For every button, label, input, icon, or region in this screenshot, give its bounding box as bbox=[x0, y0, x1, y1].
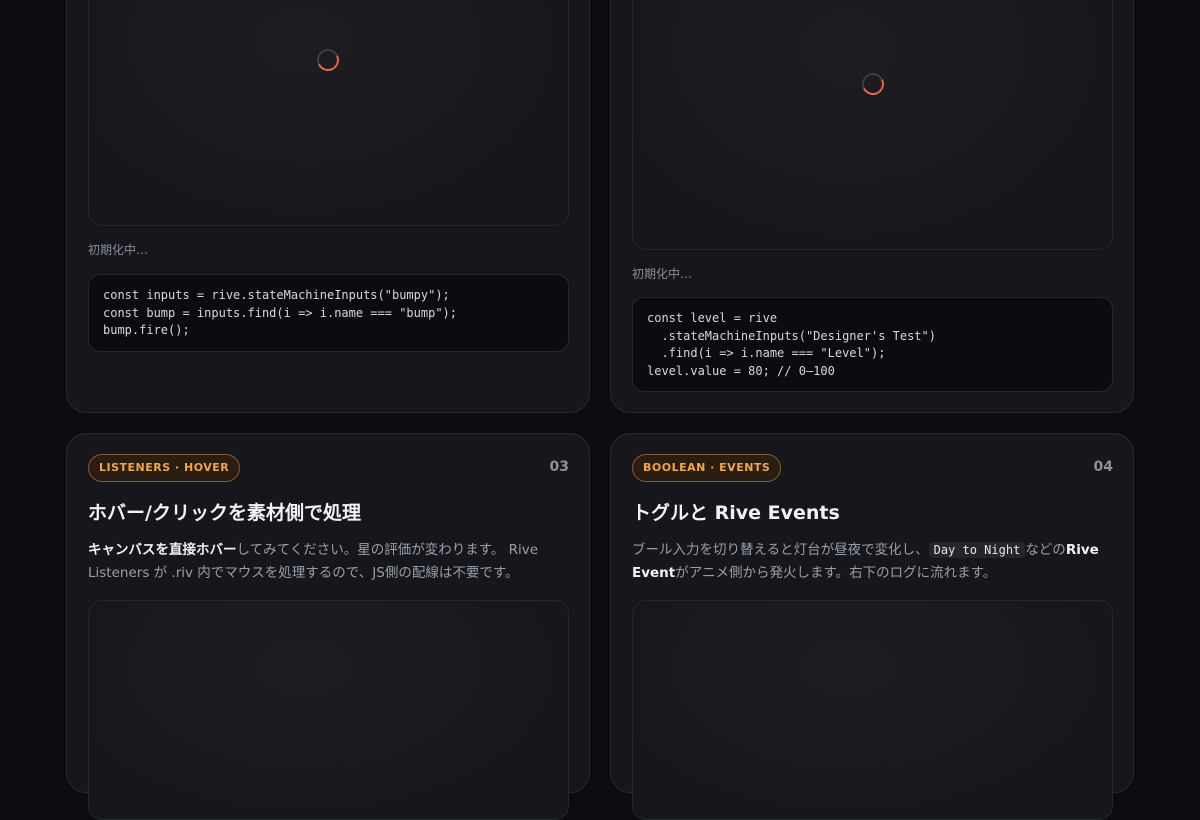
demo-card-bumpy: 初期化中… const inputs = rive.stateMachineIn… bbox=[66, 0, 590, 413]
card-title: トグルと Rive Events bbox=[632, 502, 840, 524]
description-text: などの bbox=[1025, 542, 1066, 558]
demo-card-level: 初期化中… const level = rive .stateMachineIn… bbox=[610, 0, 1134, 413]
code-snippet: const inputs = rive.stateMachineInputs("… bbox=[88, 274, 569, 352]
category-badge: BOOLEAN · EVENTS bbox=[632, 454, 782, 482]
rive-canvas[interactable] bbox=[632, 600, 1113, 820]
code-snippet: const level = rive .stateMachineInputs("… bbox=[632, 297, 1113, 392]
rive-canvas[interactable] bbox=[88, 0, 569, 226]
demo-card-listeners: LISTENERS · HOVER 03 ホバー/クリックを素材側で処理 キャン… bbox=[66, 433, 590, 820]
rive-canvas[interactable] bbox=[632, 0, 1113, 250]
card-description: ブール入力を切り替えると灯台が昼夜で変化し、 Day to Night などのRiv… bbox=[632, 539, 1110, 585]
status-text: 初期化中… bbox=[632, 267, 693, 281]
description-text: ブール入力を切り替えると灯台が昼夜で変化し、 bbox=[632, 542, 929, 558]
event-name-code: Day to Night bbox=[928, 542, 1026, 558]
category-badge: LISTENERS · HOVER bbox=[88, 454, 241, 482]
loading-spinner-icon bbox=[313, 45, 343, 75]
card-number: 04 bbox=[1093, 459, 1113, 475]
card-description: キャンバスを直接ホバーしてみてください。星の評価が変わります。 Rive Lis… bbox=[88, 539, 566, 585]
description-text: がアニメ側から発火します。右下のログに流れます。 bbox=[675, 565, 997, 581]
rive-canvas[interactable] bbox=[88, 600, 569, 820]
loading-spinner-icon bbox=[858, 69, 888, 99]
demo-card-events: BOOLEAN · EVENTS 04 トグルと Rive Events ブール… bbox=[610, 433, 1134, 820]
card-number: 03 bbox=[549, 459, 569, 475]
card-title: ホバー/クリックを素材側で処理 bbox=[88, 502, 361, 524]
status-text: 初期化中… bbox=[88, 243, 149, 257]
description-emphasis: キャンバスを直接ホバー bbox=[88, 542, 237, 558]
